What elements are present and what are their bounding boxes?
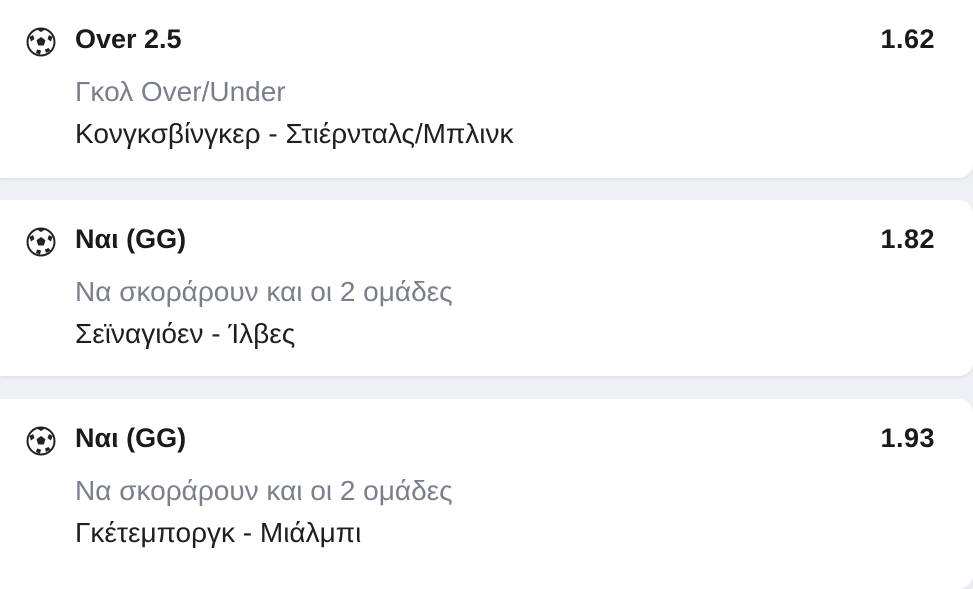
bet-card[interactable]: Over 2.5 1.62 Γκολ Over/Under Κονγκσβίνγ…	[0, 0, 973, 178]
bet-selection: Ναι (GG)	[75, 423, 187, 453]
bet-match: Σεϊναγιόεν - Ίλβες	[75, 318, 296, 349]
bet-odds: 1.93	[880, 423, 935, 453]
bet-market: Να σκοράρουν και οι 2 ομάδες	[75, 475, 453, 506]
soccer-ball-icon	[26, 426, 56, 456]
bet-selection: Over 2.5	[75, 24, 182, 54]
bet-market: Να σκοράρουν και οι 2 ομάδες	[75, 276, 453, 307]
bet-card[interactable]: Ναι (GG) 1.93 Να σκοράρουν και οι 2 ομάδ…	[0, 399, 973, 589]
bet-match: Κονγκσβίνγκερ - Στιέρνταλς/Μπλινκ	[75, 118, 514, 149]
bet-selection: Ναι (GG)	[75, 224, 187, 254]
bet-card[interactable]: Ναι (GG) 1.82 Να σκοράρουν και οι 2 ομάδ…	[0, 200, 973, 376]
soccer-ball-icon	[26, 227, 56, 257]
bet-match: Γκέτεμποργκ - Μιάλμπι	[75, 517, 362, 548]
soccer-ball-icon	[26, 27, 56, 57]
bet-market: Γκολ Over/Under	[75, 76, 286, 107]
bet-odds: 1.82	[880, 224, 935, 254]
bet-odds: 1.62	[880, 24, 935, 54]
